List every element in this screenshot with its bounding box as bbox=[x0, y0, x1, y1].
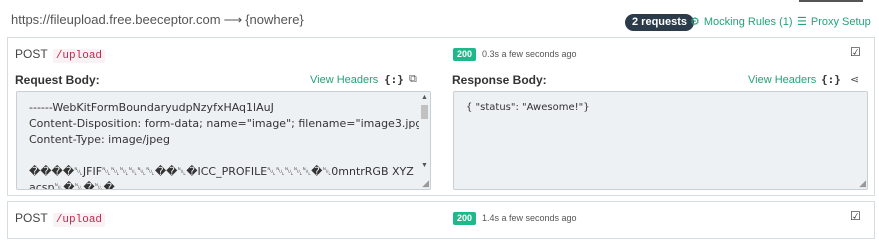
request-body-textarea[interactable]: ------WebKitFormBoundaryudpNzyfxHAq1lAuJ… bbox=[16, 91, 431, 190]
request-view-headers-link[interactable]: View Headers bbox=[310, 74, 378, 86]
status-badge: 200 bbox=[453, 212, 477, 225]
endpoint-url-text: https://fileupload.free.beeceptor.com bbox=[11, 12, 221, 27]
scrollbar-thumb[interactable] bbox=[421, 105, 428, 119]
request-path: /upload bbox=[52, 213, 106, 227]
response-body-textarea[interactable]: { "status": "Awesome!"} ◢ bbox=[453, 91, 868, 190]
mocking-rules-label: Mocking Rules (1) bbox=[703, 16, 793, 28]
checkbox-checked-icon[interactable]: ☑ bbox=[850, 209, 861, 223]
arrow-right-icon: ⟶ bbox=[223, 12, 243, 27]
scroll-up-arrow-icon[interactable]: ▲ bbox=[421, 94, 428, 101]
proxy-target: {nowhere} bbox=[245, 12, 304, 27]
request-body-line: Content-Disposition: form-data; name="im… bbox=[29, 117, 428, 130]
status-badge: 200 bbox=[453, 48, 477, 61]
request-method: POST bbox=[15, 47, 48, 61]
request-body-scrollbar[interactable]: ▲ ▼ bbox=[419, 92, 430, 189]
request-body-line: acsp␀�␀�␀� bbox=[29, 181, 115, 190]
resize-grip-icon[interactable]: ◢ bbox=[859, 178, 866, 189]
response-view-headers-link[interactable]: View Headers bbox=[748, 74, 816, 86]
scroll-down-arrow-icon[interactable]: ▼ bbox=[421, 162, 428, 169]
response-body-text: { "status": "Awesome!"} bbox=[466, 102, 590, 113]
checkbox-checked-icon[interactable]: ☑ bbox=[850, 45, 861, 59]
copy-icon[interactable]: ⧉ bbox=[409, 73, 417, 86]
proxy-setup-link[interactable]: ☰ Proxy Setup bbox=[797, 15, 871, 28]
json-format-icon[interactable]: {:} bbox=[821, 73, 841, 86]
request-timing: 1.4s a few seconds ago bbox=[482, 213, 577, 223]
request-body-label: Request Body: bbox=[15, 73, 100, 87]
proxy-setup-label: Proxy Setup bbox=[810, 16, 871, 28]
request-method-path[interactable]: POST /upload bbox=[15, 47, 106, 63]
share-icon[interactable]: ⋖ bbox=[850, 73, 859, 86]
request-body-line: ------WebKitFormBoundaryudpNzyfxHAq1lAuJ bbox=[29, 101, 274, 114]
request-timing: 0.3s a few seconds ago bbox=[482, 49, 577, 59]
resize-grip-icon[interactable]: ◢ bbox=[422, 178, 429, 189]
endpoint-url: https://fileupload.free.beeceptor.com ⟶ {n… bbox=[11, 12, 304, 28]
requests-count-badge[interactable]: 2 requests bbox=[625, 14, 695, 31]
json-format-icon[interactable]: {:} bbox=[384, 73, 404, 86]
request-panel[interactable]: POST /upload 200 1.4s a few seconds ago … bbox=[7, 201, 875, 239]
request-method-path[interactable]: POST /upload bbox=[15, 211, 106, 227]
sliders-icon: ☰ bbox=[797, 16, 807, 28]
response-body-label: Response Body: bbox=[452, 73, 547, 87]
request-panel[interactable]: POST /upload 200 0.3s a few seconds ago … bbox=[7, 37, 875, 196]
request-body-line: Content-Type: image/jpeg bbox=[29, 133, 170, 146]
request-body-line: ����␀JFIF␀␀␀␀␀␀��␀�ICC_PROFILE␀␀␀␀␀�␀0mn… bbox=[29, 165, 414, 178]
request-path: /upload bbox=[52, 49, 106, 63]
request-body-text: ------WebKitFormBoundaryudpNzyfxHAq1lAuJ… bbox=[29, 100, 428, 190]
request-method: POST bbox=[15, 211, 48, 225]
proxy-setup-indicator bbox=[799, 0, 863, 2]
gears-icon: ⚙ bbox=[690, 16, 700, 28]
mocking-rules-link[interactable]: ⚙ Mocking Rules (1) bbox=[690, 15, 793, 28]
